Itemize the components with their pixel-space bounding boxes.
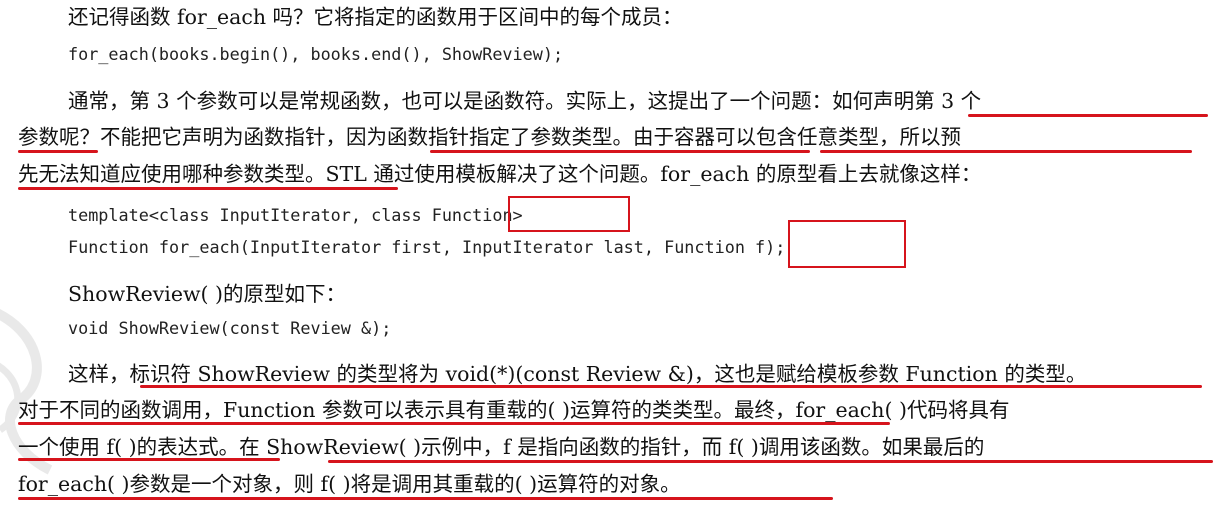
code-text: Function for_each(InputIterator first, I… [68,237,665,257]
code-showreview-prototype: void ShowReview(const Review &); [68,318,392,338]
underline-annotation [18,422,890,425]
paragraph-line: 先无法知道应使用哪种参数类型。STL 通过使用模板解决了这个问题。for_eac… [18,162,982,186]
highlight-box-function-param [788,220,906,268]
code-for-each-call: for_each(books.begin(), books.end(), Sho… [68,44,564,64]
paragraph-intro: 还记得函数 for_each 吗？它将指定的函数用于区间中的每个成员： [68,5,683,29]
code-template-declaration: template<class InputIterator, class Func… [68,203,523,227]
underline-annotation [18,150,98,153]
paragraph-line: 参数呢？不能把它声明为函数指针，因为函数指针指定了参数类型。由于容器可以包含任意… [18,125,961,149]
underline-annotation [18,458,280,461]
underline-annotation [820,150,1192,153]
underline-annotation [18,497,833,500]
code-text: template<class InputIterator, class [68,205,432,225]
code-text: f); [744,237,786,257]
paragraph-line: 通常，第 3 个参数可以是常规函数，也可以是函数符。实际上，这提出了一个问题：如… [68,89,982,113]
underline-annotation [968,114,1208,117]
code-for-each-prototype: Function for_each(InputIterator first, I… [68,235,785,259]
underline-annotation [140,385,1202,388]
paragraph-line: 对于不同的函数调用，Function 参数可以表示具有重载的( )运算符的类类型… [18,398,1010,422]
underline-annotation [18,187,398,190]
paragraph-line: for_each( )参数是一个对象，则 f( )将是调用其重载的( )运算符的… [18,472,681,496]
highlight-box-function-template-param [508,196,630,232]
underline-annotation [328,460,1213,463]
paragraph-line: 一个使用 f( )的表达式。在 ShowReview( )示例中，f 是指向函数… [18,435,985,459]
underline-annotation [430,150,810,153]
paragraph-line: 这样，标识符 ShowReview 的类型将为 void(*)(const Re… [68,362,1087,386]
code-highlighted-function: Function [664,237,745,257]
paragraph-showreview-intro: ShowReview( )的原型如下： [68,282,347,306]
